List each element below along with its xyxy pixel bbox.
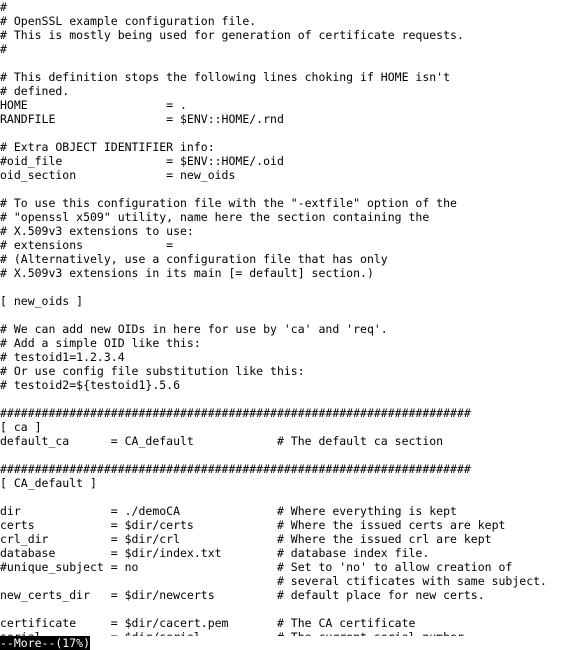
terminal-line: dir = ./demoCA # Where everything is kep… xyxy=(0,504,457,518)
terminal-line: new_certs_dir = $dir/newcerts # default … xyxy=(0,588,485,602)
terminal-line: ########################################… xyxy=(0,406,471,420)
terminal-line: certificate = $dir/cacert.pem # The CA c… xyxy=(0,616,416,630)
terminal-line: [ ca ] xyxy=(0,420,42,434)
terminal-line: oid_section = new_oids xyxy=(0,168,236,182)
terminal-line: # testoid2=${testoid1}.5.6 xyxy=(0,378,181,392)
terminal-line: [ CA_default ] xyxy=(0,476,97,490)
terminal-line: # X.509v3 extensions to use: xyxy=(0,224,194,238)
terminal-line: # OpenSSL example configuration file. xyxy=(0,14,257,28)
terminal-line: # To use this configuration file with th… xyxy=(0,196,457,210)
terminal-line: default_ca = CA_default # The default ca… xyxy=(0,434,444,448)
terminal-line: RANDFILE = $ENV::HOME/.rnd xyxy=(0,112,284,126)
terminal-line: # Or use config file substitution like t… xyxy=(0,364,305,378)
terminal-window[interactable]: # # OpenSSL example configuration file. # … xyxy=(0,0,570,650)
terminal-line: # X.509v3 extensions in its main [= defa… xyxy=(0,266,374,280)
terminal-line: # We can add new OIDs in here for use by… xyxy=(0,322,388,336)
terminal-line: [ new_oids ] xyxy=(0,294,84,308)
terminal-line: # extensions = xyxy=(0,238,174,252)
terminal-line: # testoid1=1.2.3.4 xyxy=(0,350,125,364)
pager-status-bar: --More--(17%) xyxy=(0,636,570,650)
terminal-line: # xyxy=(0,0,7,14)
terminal-line: crl_dir = $dir/crl # Where the issued cr… xyxy=(0,532,492,546)
pager-more-prompt[interactable]: --More--(17%) xyxy=(0,636,91,650)
terminal-line: # This definition stops the following li… xyxy=(0,70,451,84)
terminal-line: # several ctificates with same subject. xyxy=(0,574,547,588)
terminal-line: ########################################… xyxy=(0,462,471,476)
terminal-line: # (Alternatively, use a configuration fi… xyxy=(0,252,388,266)
terminal-line: # This is mostly being used for generati… xyxy=(0,28,464,42)
terminal-screen-text: # # OpenSSL example configuration file. # … xyxy=(0,0,570,636)
terminal-line: HOME = . xyxy=(0,98,187,112)
terminal-line: certs = $dir/certs # Where the issued ce… xyxy=(0,518,506,532)
terminal-line: # defined. xyxy=(0,84,70,98)
terminal-line: # Extra OBJECT IDENTIFIER info: xyxy=(0,140,215,154)
terminal-line: # "openssl x509" utility, name here the … xyxy=(0,210,430,224)
terminal-line: #oid_file = $ENV::HOME/.oid xyxy=(0,154,284,168)
terminal-line: #unique_subject = no # Set to 'no' to al… xyxy=(0,560,513,574)
terminal-line: # Add a simple OID like this: xyxy=(0,336,201,350)
terminal-line: # xyxy=(0,42,7,56)
terminal-line: database = $dir/index.txt # database ind… xyxy=(0,546,430,560)
